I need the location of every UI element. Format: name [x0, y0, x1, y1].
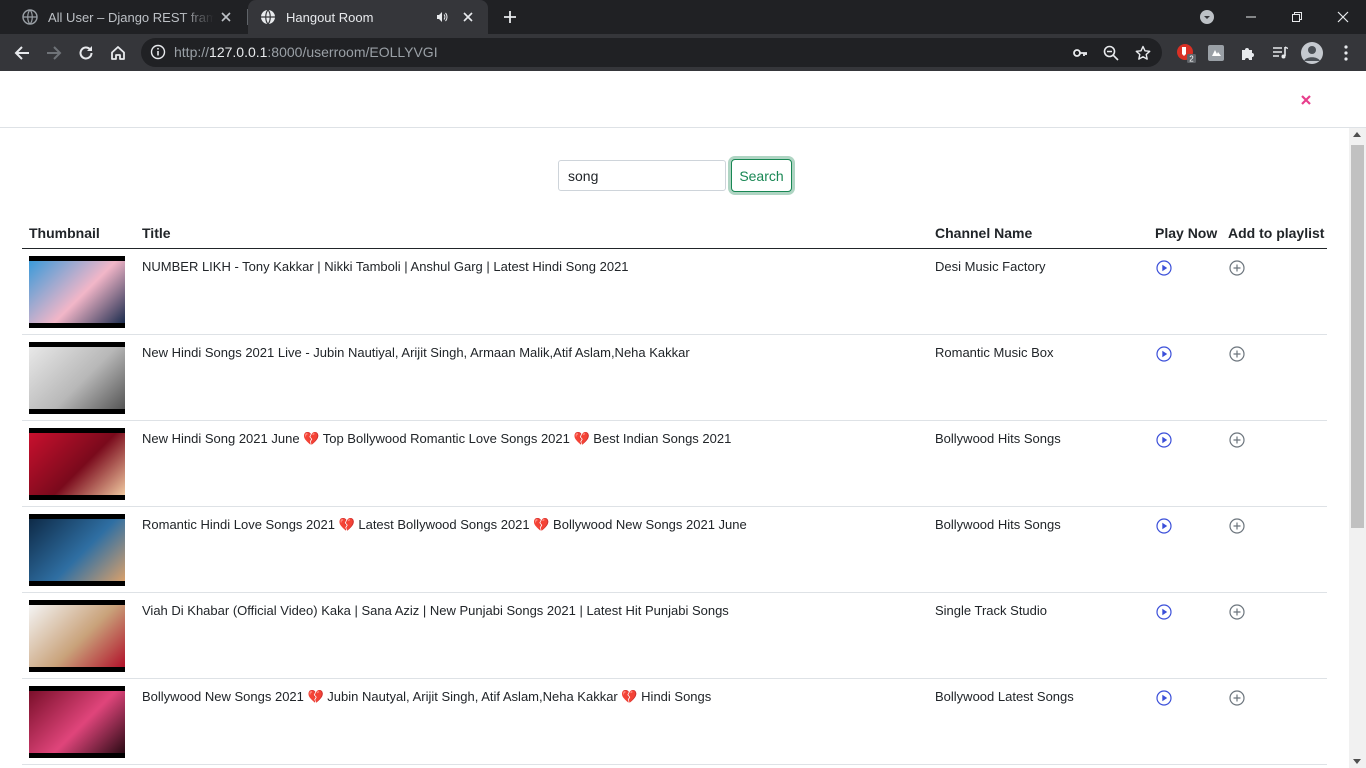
- table-row: Bollywood New Songs 2021 💔 Jubin Nautyal…: [22, 679, 1327, 765]
- column-header-play: Play Now: [1155, 225, 1218, 241]
- bookmark-star-icon[interactable]: [1131, 41, 1155, 65]
- video-title: Bollywood New Songs 2021 💔 Jubin Nautyal…: [142, 689, 712, 704]
- play-icon[interactable]: [1156, 518, 1172, 534]
- video-thumbnail: [29, 686, 125, 758]
- video-thumbnail: [29, 342, 125, 414]
- video-title: NUMBER LIKH - Tony Kakkar | Nikki Tambol…: [142, 259, 629, 274]
- profile-avatar[interactable]: [1298, 39, 1326, 67]
- reload-button[interactable]: [72, 39, 100, 67]
- page-content: Search Thumbnail Title Channel Name Play…: [0, 71, 1366, 768]
- url-text: http://127.0.0.1:8000/userroom/EOLLYVGI: [174, 44, 438, 60]
- extension-badge: 2: [1189, 55, 1194, 64]
- globe-icon: [260, 9, 276, 25]
- media-control-icon[interactable]: [1266, 39, 1294, 67]
- tab-search-button[interactable]: [1184, 0, 1230, 34]
- video-thumbnail: [29, 256, 125, 328]
- restore-button[interactable]: [1274, 0, 1320, 34]
- thumbnail-image: [29, 347, 125, 409]
- globe-icon: [22, 9, 38, 25]
- scroll-up-arrow[interactable]: [1353, 132, 1361, 137]
- tab-close-icon[interactable]: [214, 5, 238, 29]
- column-header-title: Title: [142, 225, 171, 241]
- search-button[interactable]: Search: [731, 159, 792, 192]
- tab-title: Hangout Room: [286, 9, 374, 25]
- channel-name: Bollywood Latest Songs: [935, 689, 1074, 704]
- scroll-down-arrow[interactable]: [1353, 759, 1361, 764]
- table-row: Romantic Hindi Love Songs 2021 💔 Latest …: [22, 507, 1327, 593]
- tab-close-icon[interactable]: [456, 5, 480, 29]
- back-button[interactable]: [8, 39, 36, 67]
- close-icon[interactable]: [1298, 91, 1314, 109]
- add-to-playlist-icon[interactable]: [1229, 432, 1245, 448]
- channel-name: Bollywood Hits Songs: [935, 517, 1061, 532]
- channel-name: Single Track Studio: [935, 603, 1048, 618]
- add-to-playlist-icon[interactable]: [1229, 690, 1245, 706]
- play-icon[interactable]: [1156, 260, 1172, 276]
- scrollbar-thumb[interactable]: [1351, 145, 1364, 528]
- home-button[interactable]: [104, 39, 132, 67]
- play-icon[interactable]: [1156, 346, 1172, 362]
- page-scrollbar[interactable]: [1349, 128, 1366, 768]
- video-thumbnail: [29, 600, 125, 672]
- forward-button[interactable]: [40, 39, 68, 67]
- table-header: Thumbnail Title Channel Name Play Now Ad…: [22, 219, 1327, 249]
- play-icon[interactable]: [1156, 432, 1172, 448]
- channel-name: Romantic Music Box: [935, 345, 1054, 360]
- minimize-button[interactable]: [1228, 0, 1274, 34]
- search-input[interactable]: [558, 160, 726, 191]
- video-thumbnail: [29, 428, 125, 500]
- play-icon[interactable]: [1156, 690, 1172, 706]
- video-title: New Hindi Songs 2021 Live - Jubin Nautiy…: [142, 345, 690, 360]
- video-title: New Hindi Song 2021 June 💔 Top Bollywood…: [142, 431, 732, 446]
- speaker-icon[interactable]: [432, 7, 452, 27]
- thumbnail-image: [29, 519, 125, 581]
- add-to-playlist-icon[interactable]: [1229, 260, 1245, 276]
- tab-hangout-room[interactable]: Hangout Room: [248, 0, 488, 34]
- video-title: Viah Di Khabar (Official Video) Kaka | S…: [142, 603, 729, 618]
- column-header-channel: Channel Name: [935, 225, 1033, 241]
- thumbnail-image: [29, 691, 125, 753]
- zoom-icon[interactable]: [1099, 41, 1123, 65]
- video-thumbnail: [29, 514, 125, 586]
- play-icon[interactable]: [1156, 604, 1172, 620]
- extension-grey-icon[interactable]: [1202, 39, 1230, 67]
- extension-red-icon[interactable]: 2: [1172, 39, 1200, 67]
- table-row: New Hindi Songs 2021 Live - Jubin Nautiy…: [22, 335, 1327, 421]
- channel-name: Bollywood Hits Songs: [935, 431, 1061, 446]
- add-to-playlist-icon[interactable]: [1229, 346, 1245, 362]
- tab-strip: All User – Django REST framework Hangout…: [0, 0, 1366, 34]
- channel-name: Desi Music Factory: [935, 259, 1046, 274]
- table-row: NUMBER LIKH - Tony Kakkar | Nikki Tambol…: [22, 249, 1327, 335]
- results-table: Thumbnail Title Channel Name Play Now Ad…: [22, 219, 1327, 765]
- table-row: Viah Di Khabar (Official Video) Kaka | S…: [22, 593, 1327, 679]
- modal-header: [0, 71, 1366, 128]
- browser-menu-icon[interactable]: [1332, 39, 1360, 67]
- key-icon[interactable]: [1068, 41, 1092, 65]
- table-row: New Hindi Song 2021 June 💔 Top Bollywood…: [22, 421, 1327, 507]
- thumbnail-image: [29, 433, 125, 495]
- info-icon[interactable]: [149, 43, 167, 61]
- browser-toolbar: http://127.0.0.1:8000/userroom/EOLLYVGI …: [0, 34, 1366, 71]
- tab-all-user[interactable]: All User – Django REST framework: [10, 0, 246, 34]
- puzzle-icon[interactable]: [1234, 39, 1262, 67]
- video-title: Romantic Hindi Love Songs 2021 💔 Latest …: [142, 517, 747, 532]
- address-bar[interactable]: http://127.0.0.1:8000/userroom/EOLLYVGI: [141, 38, 1162, 67]
- column-header-add: Add to playlist: [1228, 225, 1325, 241]
- thumbnail-image: [29, 605, 125, 667]
- column-header-thumbnail: Thumbnail: [29, 225, 100, 241]
- thumbnail-image: [29, 261, 125, 323]
- add-to-playlist-icon[interactable]: [1229, 518, 1245, 534]
- close-window-button[interactable]: [1320, 0, 1366, 34]
- add-to-playlist-icon[interactable]: [1229, 604, 1245, 620]
- table-body: NUMBER LIKH - Tony Kakkar | Nikki Tambol…: [22, 249, 1327, 765]
- tab-title: All User – Django REST framework: [48, 9, 214, 25]
- new-tab-button[interactable]: [498, 5, 522, 29]
